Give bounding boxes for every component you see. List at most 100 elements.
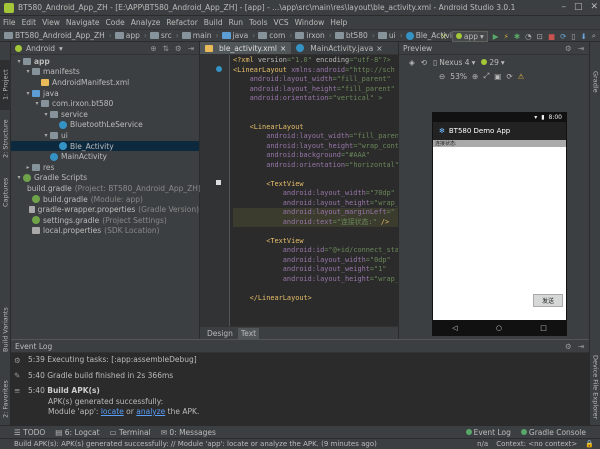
tree-item[interactable]: BluetoothLeService	[11, 120, 199, 131]
tab-todo[interactable]: ☰ TODO	[14, 428, 45, 437]
menu-help[interactable]: Help	[330, 18, 347, 27]
expand-arrow-icon[interactable]: ▾	[24, 90, 32, 97]
breadcrumb-ui[interactable]: ui	[377, 31, 396, 40]
warning-icon[interactable]: ⚠	[518, 72, 525, 81]
sync-files-icon[interactable]: ⊕	[150, 44, 156, 53]
locate-link[interactable]: locate	[101, 407, 124, 416]
tab-gradle[interactable]: Gradle	[590, 62, 600, 102]
api-select[interactable]: 29 ▾	[481, 58, 505, 67]
tree-item[interactable]: settings.gradle (Project Settings)	[11, 215, 199, 226]
tree-item[interactable]: build.gradle (Module: app)	[11, 194, 199, 205]
lock-icon[interactable]: 🔒	[585, 440, 594, 448]
tree-item[interactable]: ▾ app	[11, 56, 199, 67]
back-icon[interactable]: ◁	[452, 324, 457, 332]
context-indicator[interactable]: Context: <no context>	[496, 440, 577, 448]
breadcrumb-java[interactable]: java	[221, 31, 248, 40]
gear-icon[interactable]: ⚙	[565, 44, 572, 53]
zoom-in-icon[interactable]: ⊕	[472, 72, 478, 81]
tab-captures[interactable]: Captures	[0, 172, 11, 212]
tree-item[interactable]: ▾ service	[11, 109, 199, 120]
tree-item[interactable]: MainActivity	[11, 151, 199, 162]
send-button[interactable]: 发送	[533, 294, 563, 307]
sdk-manager-icon[interactable]: ⬇	[581, 32, 587, 41]
tree-item[interactable]: ▾ manifests	[11, 67, 199, 78]
apply-changes-icon[interactable]: ⚡	[504, 32, 509, 41]
zoom-fit-icon[interactable]: ⤢	[483, 71, 489, 81]
recents-icon[interactable]: □	[540, 324, 547, 332]
expand-arrow-icon[interactable]: ▾	[42, 132, 50, 139]
tab-design[interactable]: Design	[204, 328, 236, 339]
menu-tools[interactable]: Tools	[249, 18, 267, 27]
activity-marker-icon[interactable]	[216, 66, 222, 72]
tab-favorites[interactable]: 2: Favorites	[0, 374, 11, 424]
refresh-icon[interactable]: ⟳	[506, 72, 512, 81]
mark-read-icon[interactable]: ⚙	[14, 356, 21, 365]
tab-terminal[interactable]: ▭ Terminal	[110, 428, 151, 437]
debug-icon[interactable]: ✱	[514, 32, 520, 41]
menu-refactor[interactable]: Refactor	[166, 18, 197, 27]
tab-mainactivity-java[interactable]: MainActivity.java ×	[291, 42, 387, 54]
tab-messages[interactable]: ✉ 0: Messages	[161, 428, 216, 437]
profile-icon[interactable]: ◔	[525, 32, 532, 41]
color-swatch-icon[interactable]	[216, 180, 221, 185]
expand-arrow-icon[interactable]: ▾	[15, 174, 23, 181]
tab-ble-activity-xml[interactable]: ble_activity.xml ×	[200, 42, 292, 54]
close-icon[interactable]: ×	[280, 44, 286, 53]
search-icon[interactable]: ⌕	[592, 31, 596, 41]
device-select[interactable]: ▯ Nexus 4 ▾	[433, 58, 475, 67]
gear-icon[interactable]: ⚙	[175, 44, 182, 53]
breadcrumb-irxon[interactable]: irxon	[295, 31, 325, 40]
hide-icon[interactable]: ⇥	[578, 342, 584, 351]
breadcrumb-project[interactable]: BT580_Android_App_ZH	[4, 31, 105, 40]
orientation-icon[interactable]: ⟲	[421, 58, 427, 67]
attach-debugger-icon[interactable]: ⊡	[537, 32, 543, 41]
menu-code[interactable]: Code	[106, 18, 125, 27]
tree-item[interactable]: AndroidManifest.xml	[11, 77, 199, 88]
breadcrumb-com[interactable]: com	[258, 31, 285, 40]
tab-event-log[interactable]: Event Log	[465, 428, 511, 437]
expand-arrow-icon[interactable]: ▾	[15, 58, 23, 65]
tree-item[interactable]: Ble_Activity	[11, 140, 199, 152]
tree-item[interactable]: ▾ com.irxon.bt580	[11, 98, 199, 109]
close-icon[interactable]: ✕	[590, 2, 598, 12]
breadcrumb-bt580[interactable]: bt580	[334, 31, 368, 40]
home-icon[interactable]: ○	[496, 324, 502, 332]
menu-run[interactable]: Run	[229, 18, 243, 27]
tree-item[interactable]: ▾ ui	[11, 130, 199, 141]
menu-navigate[interactable]: Navigate	[66, 18, 100, 27]
clear-all-icon[interactable]: ✎	[14, 371, 21, 380]
hide-icon[interactable]: ⇥	[578, 44, 584, 53]
avd-manager-icon[interactable]: ▯	[571, 32, 575, 41]
caret-position[interactable]: n/a	[477, 440, 488, 448]
tree-item[interactable]: ▾ java	[11, 88, 199, 99]
zoom-out-icon[interactable]: ⊖	[439, 72, 445, 81]
layers-icon[interactable]: ◈	[409, 58, 415, 67]
tab-build-variants[interactable]: Build Variants	[0, 300, 11, 360]
maximize-icon[interactable]: □	[574, 2, 583, 12]
run-config-select[interactable]: app ▾	[451, 30, 488, 42]
tab-device-file-explorer[interactable]: Device File Explorer	[590, 342, 600, 432]
tree-item[interactable]: ▸ res	[11, 162, 199, 173]
hammer-icon[interactable]: ⚒	[440, 32, 447, 41]
menu-build[interactable]: Build	[204, 18, 223, 27]
settings-icon[interactable]: ≡	[14, 386, 21, 395]
tree-item[interactable]: build.gradle (Project: BT580_Android_App_…	[11, 183, 201, 194]
tab-text[interactable]: Text	[237, 327, 260, 339]
expand-arrow-icon[interactable]: ▾	[33, 100, 41, 107]
menu-file[interactable]: File	[3, 18, 16, 27]
collapse-icon[interactable]: ⇅	[163, 44, 169, 53]
close-icon[interactable]: ×	[376, 44, 382, 53]
tab-gradle-console[interactable]: Gradle Console	[520, 428, 600, 437]
sync-icon[interactable]: ⟳	[560, 32, 566, 41]
hide-icon[interactable]: ⇥	[188, 44, 194, 53]
expand-arrow-icon[interactable]: ▾	[42, 111, 50, 118]
menu-view[interactable]: View	[42, 18, 60, 27]
tree-item[interactable]: local.properties (SDK Location)	[11, 226, 199, 237]
tab-structure[interactable]: 2: Structure	[0, 114, 11, 164]
tree-item[interactable]: gradle-wrapper.properties (Gradle Version…	[11, 204, 199, 215]
breadcrumb-src[interactable]: src	[149, 31, 172, 40]
tree-item[interactable]: ▾ Gradle Scripts	[11, 173, 199, 184]
tab-logcat[interactable]: ▤ 6: Logcat	[55, 428, 99, 437]
breadcrumb-app[interactable]: app	[114, 31, 140, 40]
chevron-down-icon[interactable]: ▾	[59, 44, 63, 53]
